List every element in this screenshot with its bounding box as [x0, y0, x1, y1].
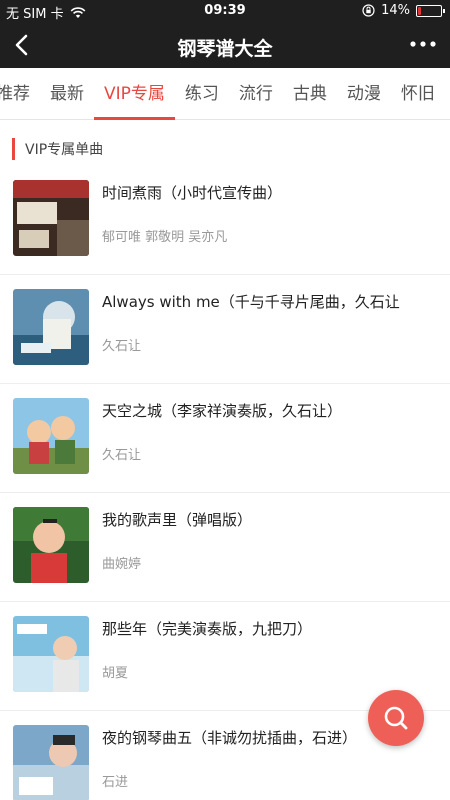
song-artist: 久石让 — [102, 339, 142, 354]
navbar: 钢琴谱大全 — [0, 22, 450, 68]
page-title: 钢琴谱大全 — [177, 38, 273, 60]
search-icon — [384, 706, 408, 730]
section-header: VIP专属单曲 — [12, 138, 103, 160]
back-button[interactable] — [10, 30, 40, 60]
song-cover-image — [13, 507, 89, 583]
tab-5[interactable]: 古典 — [283, 68, 337, 120]
tab-0[interactable]: 推荐 — [0, 68, 40, 120]
orientation-lock-icon — [362, 4, 375, 17]
section-accent-bar — [12, 138, 15, 160]
status-right: 14% — [362, 3, 445, 18]
song-artist: 曲婉婷 — [102, 557, 142, 572]
section-title: VIP专属单曲 — [25, 142, 104, 158]
battery-icon — [416, 4, 445, 17]
tab-2[interactable]: VIP专属 — [94, 68, 175, 120]
tab-6[interactable]: 动漫 — [337, 68, 391, 120]
chevron-left-icon — [15, 34, 28, 56]
song-title: 我的歌声里（弹唱版） — [102, 511, 253, 529]
battery-percent: 14% — [381, 3, 410, 18]
song-list-item[interactable]: 天空之城（李家祥演奏版，久石让） 久石让 — [0, 384, 450, 493]
song-cover-image — [13, 180, 89, 256]
song-cover-image — [13, 398, 89, 474]
search-fab-button[interactable] — [368, 690, 424, 746]
song-title: Always with me（千与千寻片尾曲，久石让 — [102, 293, 400, 311]
song-artist: 石进 — [102, 775, 129, 790]
song-title: 时间煮雨（小时代宣传曲） — [102, 184, 283, 202]
song-artist: 久石让 — [102, 448, 142, 463]
song-artist: 胡夏 — [102, 666, 129, 681]
song-list-item[interactable]: Always with me（千与千寻片尾曲，久石让 久石让 — [0, 275, 450, 384]
tab-7[interactable]: 怀旧 — [391, 68, 445, 120]
tab-3[interactable]: 练习 — [175, 68, 229, 120]
song-list-item[interactable]: 时间煮雨（小时代宣传曲） 郁可唯 郭敬明 吴亦凡 — [0, 166, 450, 275]
tab-4[interactable]: 流行 — [229, 68, 283, 120]
tab-1[interactable]: 最新 — [40, 68, 94, 120]
more-horizontal-icon — [410, 41, 436, 47]
more-button[interactable] — [408, 32, 438, 56]
category-tabs: 推荐 最新 VIP专属 练习 流行 古典 动漫 怀旧 — [0, 68, 450, 120]
song-cover-image — [13, 616, 89, 692]
song-title: 那些年（完美演奏版，九把刀） — [102, 620, 313, 638]
status-bar: 无 SIM 卡 09:39 14% — [0, 0, 450, 22]
song-list-item[interactable]: 我的歌声里（弹唱版） 曲婉婷 — [0, 493, 450, 602]
song-cover-image — [13, 289, 89, 365]
battery-fill — [418, 6, 421, 15]
song-title: 天空之城（李家祥演奏版，久石让） — [102, 402, 343, 420]
song-artist: 郁可唯 郭敬明 吴亦凡 — [102, 230, 228, 245]
song-cover-image — [13, 725, 89, 800]
